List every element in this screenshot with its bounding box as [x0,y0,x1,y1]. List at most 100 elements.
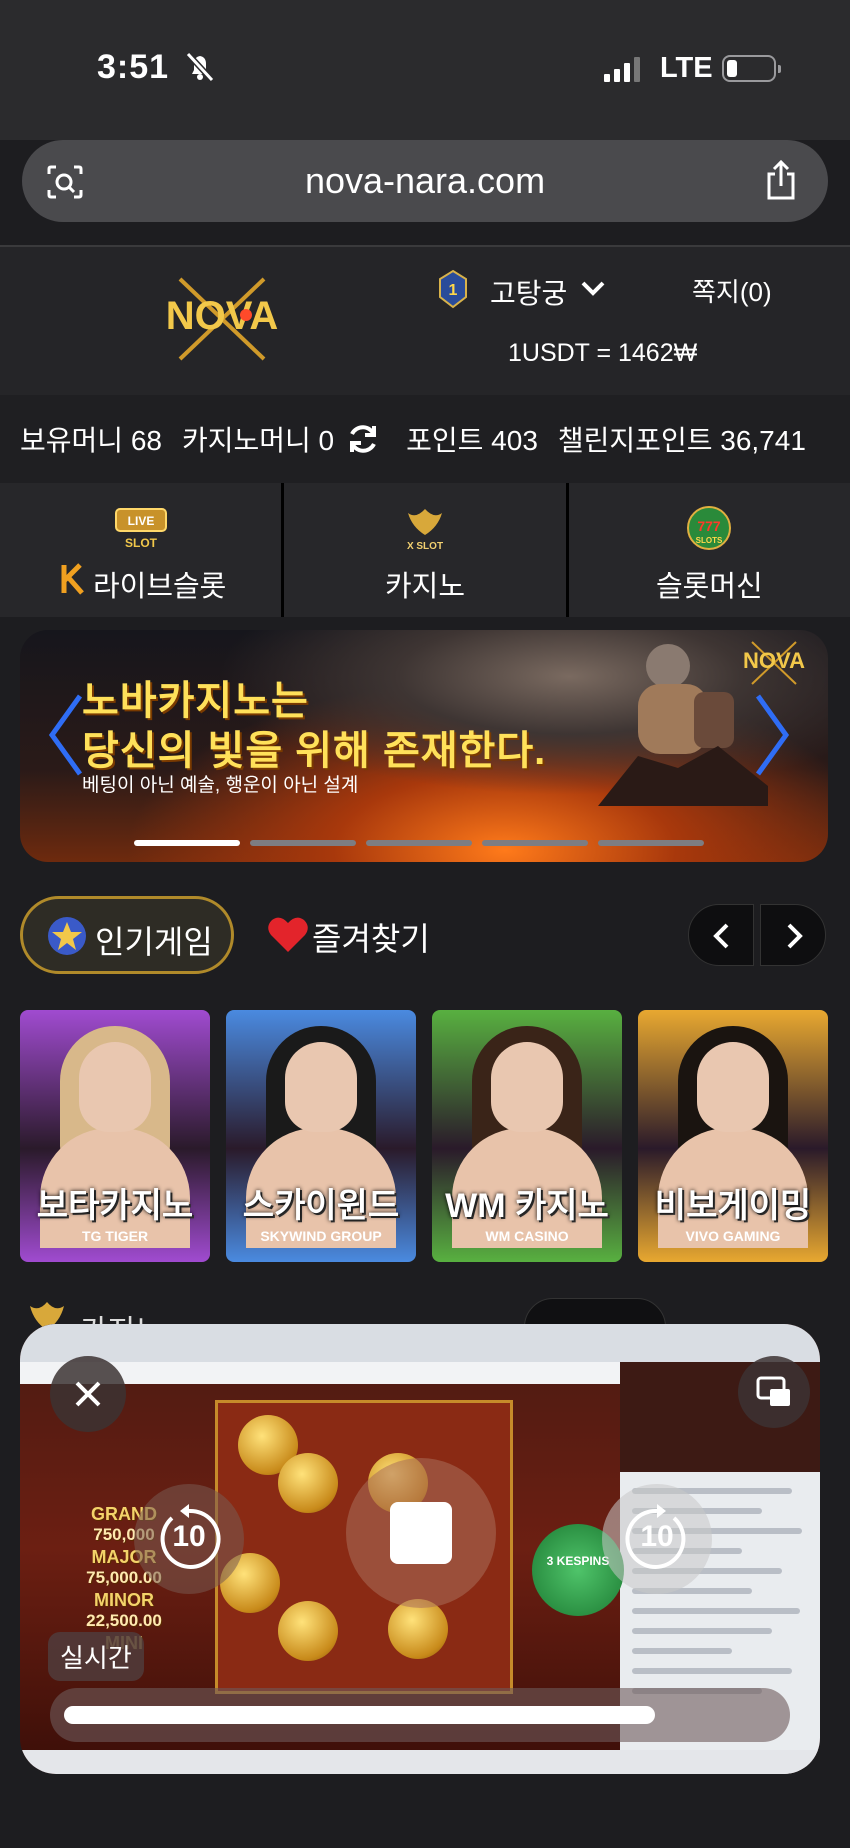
holding-money: 보유머니 68 [20,425,162,456]
game-name: 보타카지노 [36,1187,194,1225]
category-label: 라이브슬롯 [92,571,227,603]
coin-symbol [278,1601,338,1661]
game-brand: WM CASINO [485,1228,569,1244]
casino-money: 카지노머니 0 [181,425,335,456]
star-icon [48,917,86,955]
chat-line [632,1648,732,1654]
game-card[interactable]: WM 카지노 WM CASINO [432,1010,622,1262]
carousel-dot[interactable] [134,840,240,846]
svg-text:LIVE: LIVE [127,514,154,528]
battery-icon [722,55,781,82]
card-art [79,1042,151,1132]
svg-text:X SLOT: X SLOT [407,541,443,551]
progress-fill [64,1706,655,1724]
skip-forward-button[interactable]: 10 [602,1484,712,1594]
game-brand: SKYWIND GROUP [260,1228,382,1244]
game-brand: VIVO GAMING [685,1228,781,1244]
refresh-icon[interactable] [346,422,380,456]
nova-logo: NOVA [743,641,805,685]
svg-text:SLOT: SLOT [125,536,158,550]
pip-restore-icon [756,1376,790,1406]
tab-label: 인기게임 [95,924,213,960]
svg-text:1: 1 [449,282,458,299]
user-name[interactable]: 고탕궁 [490,272,567,312]
signal-icon [604,56,640,82]
video-taskbar [20,1750,820,1774]
balance-bar: 보유머니 68 카지노머니 0 포인트 403 챌린지포인트 36,741 [0,395,850,483]
skip-forward-seconds: 10 [640,1520,674,1553]
category-label: 슬롯머신 [655,571,763,603]
chat-line [632,1628,772,1634]
game-card[interactable]: 스카이윈드 SKYWIND GROUP [226,1010,416,1262]
svg-text:777: 777 [698,518,722,534]
carousel-next-icon[interactable] [752,692,792,778]
carousel-dot[interactable] [366,840,472,846]
slots-777-icon: 777 SLOTS [687,506,732,550]
share-icon[interactable] [762,158,800,202]
chevron-down-icon[interactable] [579,277,607,299]
game-brand: TG TIGER [81,1228,149,1244]
game-name: 비보게이밍 [654,1187,812,1225]
skip-back-button[interactable]: 10 [134,1484,244,1594]
banner-headline-2: 당신의 빛을 위해 존재한다. [82,729,547,773]
chat-line [632,1608,800,1614]
pip-close-button[interactable] [50,1356,126,1432]
svg-text:NOVA: NOVA [743,648,805,673]
coin-symbol [388,1599,448,1659]
stop-button[interactable] [346,1458,496,1608]
status-bar: 3:51 LTE [0,0,850,140]
game-name: WM 카지노 [445,1187,609,1225]
tab-popular-games[interactable]: 인기게임 [20,896,234,974]
category-label: 카지노 [384,571,466,603]
nova-logo[interactable]: NOVA [140,275,304,361]
category-live-slot[interactable]: LIVE SLOT 라이브슬롯 [0,483,282,617]
rank-badge-icon: 1 [439,269,467,309]
carousel-indicator [134,840,704,846]
address-bar[interactable]: nova-nara.com [22,140,828,222]
game-card[interactable]: 비보게이밍 VIVO GAMING [638,1010,828,1262]
game-card[interactable]: 보타카지노 TG TIGER [20,1010,210,1262]
carousel-dot[interactable] [598,840,704,846]
jackpot-value: 22,500.00 [86,1611,162,1630]
promo-banner[interactable]: 노바카지노는 당신의 빛을 위해 존재한다. 베팅이 아닌 예술, 행운이 아닌… [20,630,828,862]
live-label: 실시간 [48,1632,144,1681]
category-casino[interactable]: X SLOT 카지노 [284,483,566,617]
card-art [491,1042,563,1132]
close-icon [75,1381,101,1407]
tab-favorites[interactable]: 즐겨찾기 [312,914,430,960]
exchange-rate: 1USDT = 1462₩ [508,339,698,367]
messages-link[interactable]: 쪽지(0) [692,272,772,309]
x-slot-icon: X SLOT [407,509,443,551]
skip-back-seconds: 10 [172,1520,206,1553]
category-bar: LIVE SLOT 라이브슬롯 X SLOT 카지노 777 SLOTS 슬롯머… [0,483,850,617]
logo-text: NOVA [166,294,279,338]
games-next-button[interactable] [760,904,826,966]
url-text[interactable]: nova-nara.com [22,160,828,202]
game-name: 스카이윈드 [242,1187,400,1225]
games-prev-button[interactable] [688,904,754,966]
category-slot-machine[interactable]: 777 SLOTS 슬롯머신 [568,483,850,617]
chevron-left-icon [713,923,729,949]
carousel-dot[interactable] [482,840,588,846]
challenge-points: 챌린지포인트 36,741 [557,425,806,456]
points: 포인트 403 [406,425,538,456]
pip-expand-button[interactable] [738,1356,810,1428]
network-type: LTE [660,52,713,84]
chevron-right-icon [787,923,803,949]
card-art [697,1042,769,1132]
site-header: NOVA 1 고탕궁 쪽지(0) 1USDT = 1462₩ [0,247,850,395]
progress-bar[interactable] [50,1688,790,1742]
pip-video-player[interactable]: GRAND 750,000 MAJOR 75,000.00 MINOR 22,5… [20,1324,820,1774]
video-browser-tabs [20,1324,820,1362]
carousel-dot[interactable] [250,840,356,846]
card-art [285,1042,357,1132]
banner-subline: 베팅이 아닌 예술, 행운이 아닌 설계 [82,775,359,796]
coin-symbol [278,1453,338,1513]
chat-line [632,1668,792,1674]
heart-icon[interactable] [266,914,310,954]
carousel-prev-icon[interactable] [46,692,86,778]
bell-muted-icon [185,52,215,82]
svg-text:SLOTS: SLOTS [696,536,723,545]
live-slot-icon: LIVE SLOT [114,508,167,550]
stop-icon [390,1502,452,1564]
